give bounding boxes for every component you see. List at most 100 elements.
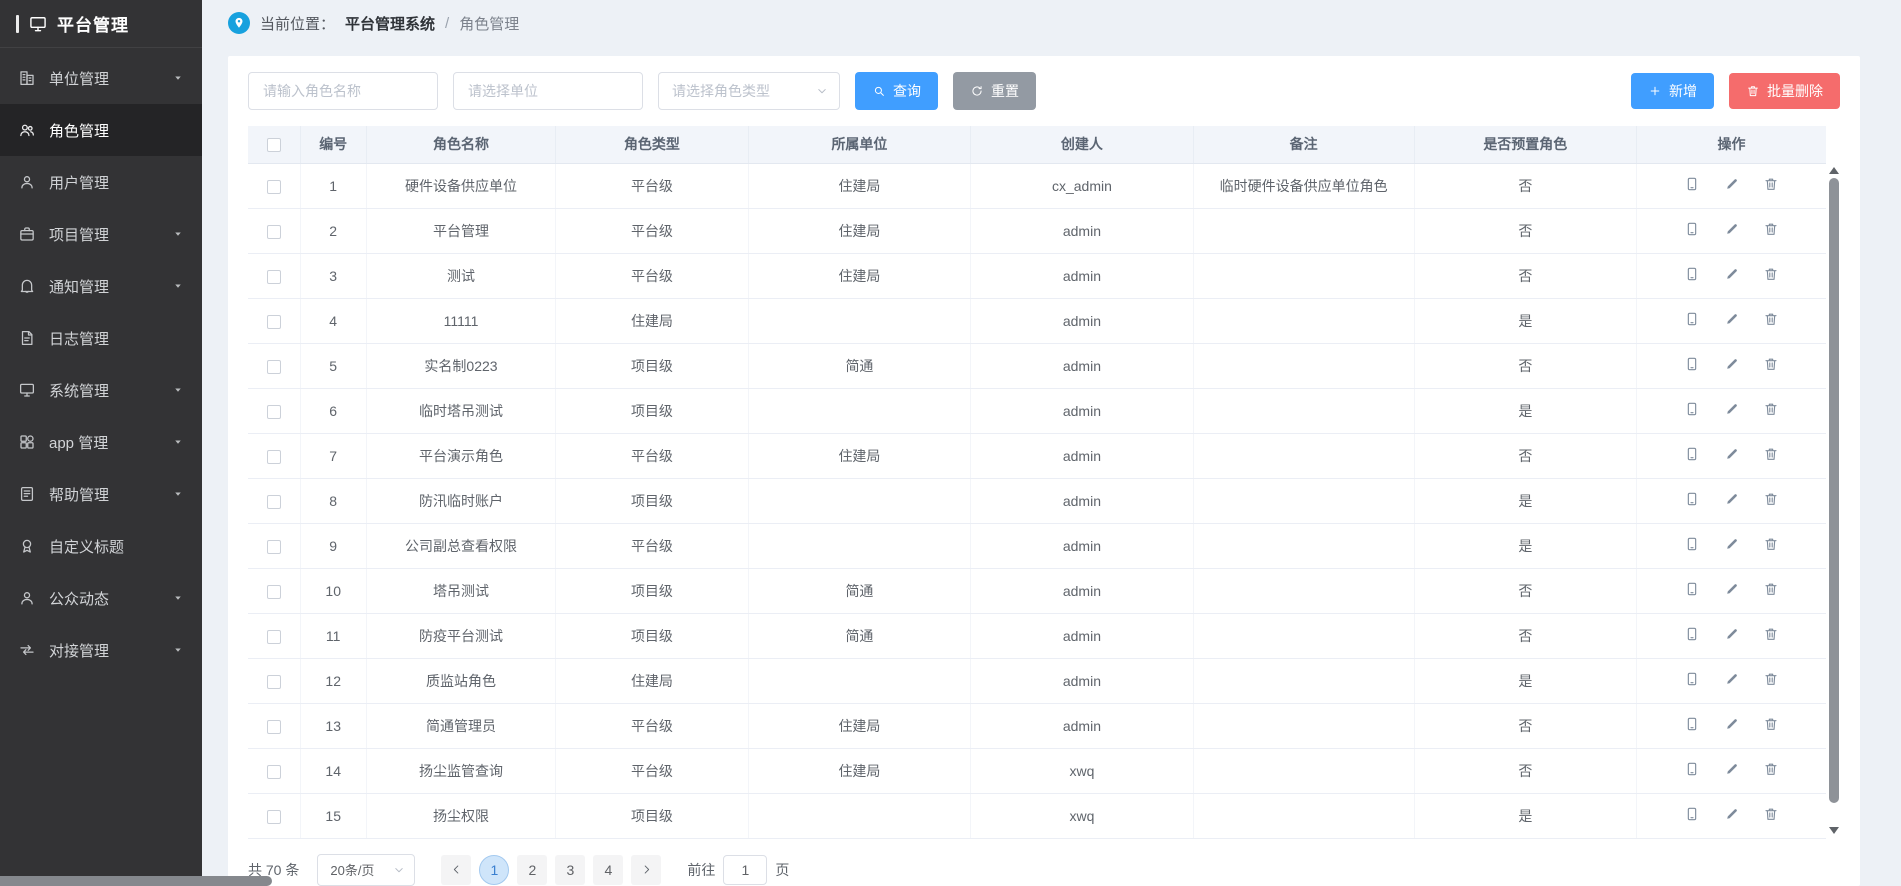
view-button[interactable]: [1684, 221, 1700, 240]
scrollbar-thumb[interactable]: [1829, 178, 1839, 803]
edit-button[interactable]: [1724, 491, 1740, 510]
delete-button[interactable]: [1763, 581, 1779, 600]
add-button[interactable]: 新增: [1631, 73, 1714, 109]
delete-button[interactable]: [1763, 311, 1779, 330]
sidebar-item[interactable]: 项目管理: [0, 208, 202, 260]
row-checkbox[interactable]: [267, 180, 281, 194]
row-checkbox[interactable]: [267, 495, 281, 509]
view-button[interactable]: [1684, 176, 1700, 195]
row-checkbox[interactable]: [267, 270, 281, 284]
sidebar-item[interactable]: 公众动态: [0, 572, 202, 624]
select-all-checkbox[interactable]: [267, 138, 281, 152]
cell-role-name: 扬尘监管查询: [366, 748, 555, 793]
sidebar-item[interactable]: 帮助管理: [0, 468, 202, 520]
sidebar-item[interactable]: 通知管理: [0, 260, 202, 312]
edit-button[interactable]: [1724, 356, 1740, 375]
row-checkbox[interactable]: [267, 360, 281, 374]
edit-button[interactable]: [1724, 761, 1740, 780]
cell-checkbox: [248, 298, 300, 343]
pencil-icon: [1724, 176, 1740, 192]
cell-unit: [748, 298, 970, 343]
delete-button[interactable]: [1763, 536, 1779, 555]
edit-button[interactable]: [1724, 266, 1740, 285]
hscrollbar-thumb[interactable]: [0, 876, 272, 886]
role-type-select[interactable]: 请选择角色类型: [658, 72, 840, 110]
row-checkbox[interactable]: [267, 765, 281, 779]
view-button[interactable]: [1684, 491, 1700, 510]
delete-button[interactable]: [1763, 176, 1779, 195]
delete-button[interactable]: [1763, 761, 1779, 780]
breadcrumb-root[interactable]: 平台管理系统: [345, 13, 435, 34]
chevron-down-icon: [172, 228, 184, 240]
trash-icon: [1763, 491, 1779, 507]
edit-button[interactable]: [1724, 446, 1740, 465]
scroll-up-arrow-icon[interactable]: [1829, 167, 1839, 174]
view-button[interactable]: [1684, 311, 1700, 330]
delete-button[interactable]: [1763, 446, 1779, 465]
view-button[interactable]: [1684, 356, 1700, 375]
delete-button[interactable]: [1763, 221, 1779, 240]
sidebar-item[interactable]: 日志管理: [0, 312, 202, 364]
row-checkbox[interactable]: [267, 225, 281, 239]
view-button[interactable]: [1684, 536, 1700, 555]
edit-button[interactable]: [1724, 716, 1740, 735]
role-name-input[interactable]: [248, 72, 438, 110]
delete-button[interactable]: [1763, 266, 1779, 285]
delete-button[interactable]: [1763, 626, 1779, 645]
edit-button[interactable]: [1724, 806, 1740, 825]
cell-creator: admin: [971, 568, 1193, 613]
delete-button[interactable]: [1763, 491, 1779, 510]
view-button[interactable]: [1684, 626, 1700, 645]
table-vertical-scrollbar[interactable]: [1828, 163, 1840, 838]
scroll-down-arrow-icon[interactable]: [1829, 827, 1839, 834]
view-button[interactable]: [1684, 716, 1700, 735]
sidebar-item[interactable]: 角色管理: [0, 104, 202, 156]
delete-button[interactable]: [1763, 356, 1779, 375]
edit-button[interactable]: [1724, 626, 1740, 645]
row-checkbox[interactable]: [267, 810, 281, 824]
edit-button[interactable]: [1724, 176, 1740, 195]
row-checkbox[interactable]: [267, 315, 281, 329]
cell-preset: 是: [1414, 793, 1636, 838]
edit-button[interactable]: [1724, 221, 1740, 240]
sidebar-item[interactable]: 自定义标题: [0, 520, 202, 572]
row-checkbox[interactable]: [267, 540, 281, 554]
edit-button[interactable]: [1724, 536, 1740, 555]
reset-button[interactable]: 重置: [953, 72, 1036, 110]
view-button[interactable]: [1684, 446, 1700, 465]
view-button[interactable]: [1684, 761, 1700, 780]
building-icon: [18, 69, 36, 87]
page-horizontal-scrollbar[interactable]: [0, 876, 1901, 886]
cell-actions: [1637, 658, 1826, 703]
sidebar-item[interactable]: 系统管理: [0, 364, 202, 416]
sidebar-item[interactable]: 对接管理: [0, 624, 202, 676]
edit-button[interactable]: [1724, 581, 1740, 600]
delete-button[interactable]: [1763, 716, 1779, 735]
row-checkbox[interactable]: [267, 585, 281, 599]
unit-input[interactable]: [453, 72, 643, 110]
view-button[interactable]: [1684, 266, 1700, 285]
row-checkbox[interactable]: [267, 720, 281, 734]
edit-button[interactable]: [1724, 671, 1740, 690]
sidebar-item[interactable]: app 管理: [0, 416, 202, 468]
edit-button[interactable]: [1724, 311, 1740, 330]
view-button[interactable]: [1684, 806, 1700, 825]
search-button[interactable]: 查询: [855, 72, 938, 110]
delete-button[interactable]: [1763, 401, 1779, 420]
sidebar-item-label: 系统管理: [49, 380, 109, 401]
sidebar-item[interactable]: 用户管理: [0, 156, 202, 208]
chevron-right-icon: [640, 863, 653, 876]
delete-button[interactable]: [1763, 806, 1779, 825]
row-checkbox[interactable]: [267, 675, 281, 689]
view-button[interactable]: [1684, 671, 1700, 690]
batch-delete-button[interactable]: 批量删除: [1729, 73, 1840, 109]
delete-button[interactable]: [1763, 671, 1779, 690]
edit-button[interactable]: [1724, 401, 1740, 420]
row-checkbox[interactable]: [267, 405, 281, 419]
view-button[interactable]: [1684, 401, 1700, 420]
row-checkbox[interactable]: [267, 450, 281, 464]
sidebar-item[interactable]: 单位管理: [0, 52, 202, 104]
scrollbar-track[interactable]: [1829, 178, 1839, 823]
row-checkbox[interactable]: [267, 630, 281, 644]
view-button[interactable]: [1684, 581, 1700, 600]
